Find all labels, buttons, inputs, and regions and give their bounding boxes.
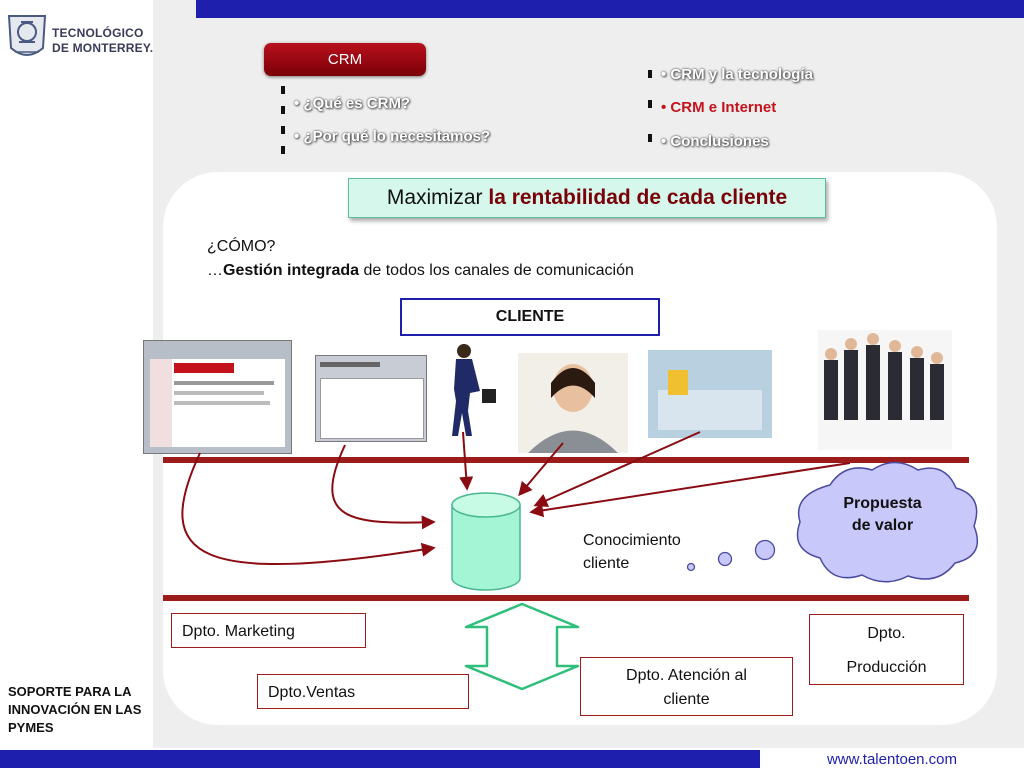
thought-bubble-medium	[717, 551, 733, 567]
channel-bar-top	[163, 457, 969, 463]
dept-produccion: Dpto. Producción	[809, 614, 964, 685]
database-icon	[451, 492, 521, 591]
double-arrow-icon	[464, 602, 580, 691]
thought-bubble-large	[754, 539, 776, 561]
value-line2: de valor	[851, 517, 914, 534]
arrow-from-website	[181, 452, 436, 566]
thought-bubble-small	[686, 562, 696, 572]
arrow-from-office	[533, 431, 701, 507]
footer-url-link[interactable]: www.talentoen.com	[760, 750, 1024, 768]
arrow-from-email	[331, 444, 436, 530]
knowledge-label: Conocimiento cliente	[583, 529, 681, 575]
value-line1: Propuesta	[843, 495, 922, 512]
arrow-from-call-center	[518, 442, 564, 497]
knowledge-label-line1: Conocimiento	[583, 532, 681, 549]
dept-atencion-line2: cliente	[663, 691, 710, 708]
knowledge-label-line2: cliente	[583, 555, 630, 572]
dept-atencion-cliente: Dpto. Atención al cliente	[580, 657, 793, 716]
dept-produccion-line1: Dpto.	[867, 625, 906, 642]
channel-bar-bottom	[163, 595, 969, 601]
dept-atencion-line1: Dpto. Atención al	[626, 667, 747, 684]
dept-ventas: Dpto.Ventas	[257, 674, 469, 709]
dept-produccion-line2: Producción	[846, 659, 927, 676]
value-proposition-label: Propuesta de valor	[815, 493, 950, 537]
dept-marketing: Dpto. Marketing	[171, 613, 366, 648]
